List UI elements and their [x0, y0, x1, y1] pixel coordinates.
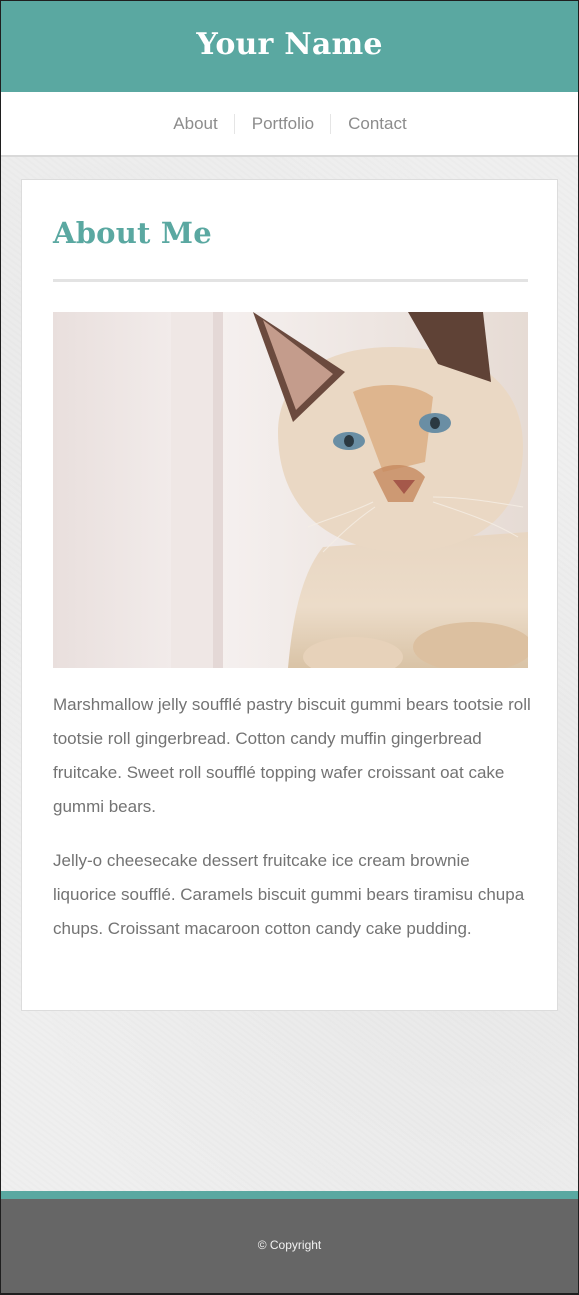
- nav-item-portfolio[interactable]: Portfolio: [233, 113, 330, 134]
- about-paragraph: Jelly-o cheesecake dessert fruitcake ice…: [53, 851, 525, 938]
- heading-divider: [53, 279, 528, 282]
- about-card: About Me Marshmallow jelly soufflé pastr…: [21, 179, 558, 1011]
- main-nav: About Portfolio Contact: [1, 92, 578, 157]
- site-footer: © Copyright: [1, 1191, 578, 1293]
- about-heading: About Me: [53, 216, 212, 250]
- about-paragraph: Marshmallow jelly soufflé pastry biscuit…: [53, 695, 531, 816]
- cat-photo: [53, 312, 528, 668]
- nav-item-about[interactable]: About: [156, 114, 233, 134]
- site-header: Your Name: [1, 1, 578, 92]
- copyright-text: © Copyright: [257, 1238, 322, 1252]
- nav-item-contact[interactable]: Contact: [330, 113, 423, 134]
- page-frame: Your Name About Portfolio Contact About …: [1, 1, 578, 1293]
- site-title: Your Name: [196, 27, 383, 62]
